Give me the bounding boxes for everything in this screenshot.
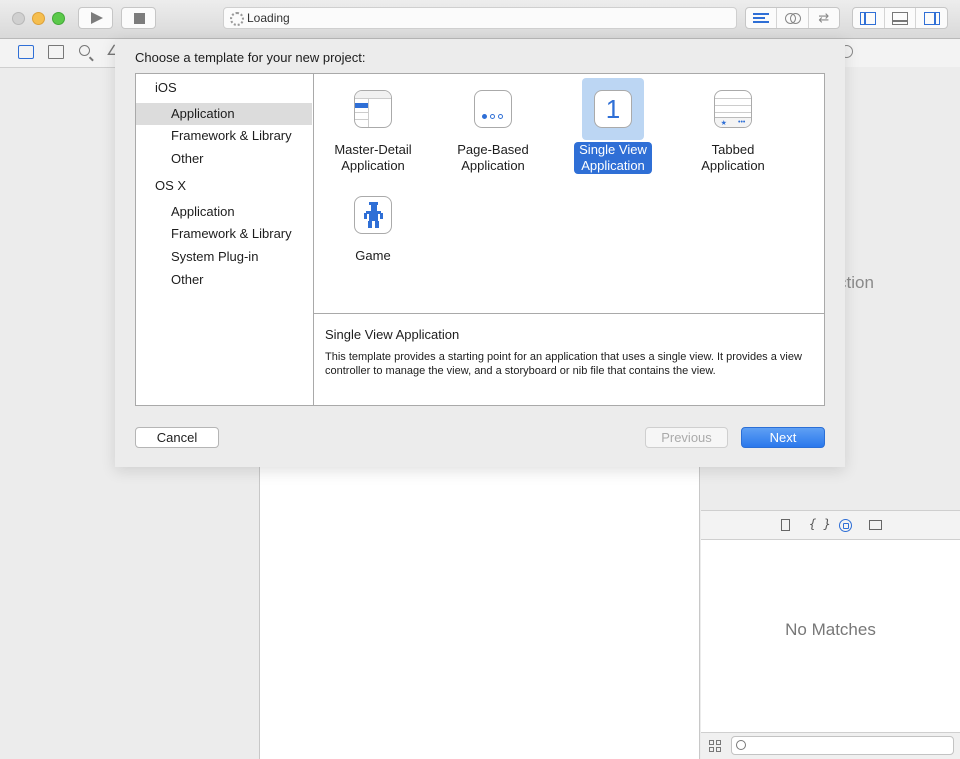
standard-editor-icon (753, 13, 770, 23)
minimize-window-button[interactable] (32, 12, 45, 25)
debug-area-toggle-button[interactable] (885, 8, 917, 28)
template-single-view[interactable]: 1 Single View Application (553, 78, 673, 175)
template-description: Single View Application This template pr… (314, 314, 824, 405)
next-button[interactable]: Next (741, 427, 825, 448)
sidebar-category-ios[interactable]: iOS (136, 77, 312, 99)
stop-icon (134, 13, 145, 24)
sidebar-item-osx-application[interactable]: Application (136, 201, 312, 223)
activity-viewer: Loading (223, 7, 737, 29)
master-detail-icon (354, 90, 392, 128)
description-text: This template provides a starting point … (325, 351, 802, 377)
editor-mode-segmented-control: ⇄ (745, 7, 840, 29)
template-chooser-sheet: Choose a template for your new project: … (115, 39, 845, 467)
assistant-editor-button[interactable] (777, 8, 809, 28)
sidebar-item-osx-system-plugin[interactable]: System Plug-in (136, 246, 312, 268)
template-tabbed[interactable]: ★ ••• Tabbed Application (673, 78, 793, 175)
game-icon (354, 196, 392, 234)
description-title: Single View Application (325, 327, 460, 342)
sidebar-item-osx-other[interactable]: Other (136, 269, 312, 291)
library-selector-bar: { } (701, 510, 960, 540)
media-library-icon[interactable] (869, 520, 882, 530)
template-label: Tabbed Application (701, 142, 765, 173)
activity-status: Loading (247, 11, 290, 25)
library-footer (701, 732, 960, 759)
template-label: Game (355, 248, 391, 263)
view-toggle-segmented-control (852, 7, 948, 29)
library-filter-input[interactable] (731, 736, 954, 755)
sheet-title: Choose a template for your new project: (135, 50, 366, 65)
debug-area-toggle-icon (892, 11, 908, 25)
single-view-icon: 1 (594, 90, 632, 128)
symbol-navigator-icon[interactable] (48, 45, 64, 59)
template-panel: iOS Application Framework & Library Othe… (135, 73, 825, 406)
sidebar-item-osx-framework-library[interactable]: Framework & Library (136, 223, 312, 245)
standard-editor-button[interactable] (746, 8, 778, 28)
play-icon (91, 12, 103, 24)
version-editor-button[interactable]: ⇄ (809, 8, 839, 28)
project-navigator-icon[interactable] (18, 45, 34, 59)
template-grid: Master-Detail Application Page-Based App… (314, 74, 824, 314)
grid-view-icon[interactable] (709, 740, 721, 752)
sidebar-item-ios-application[interactable]: Application (136, 103, 312, 125)
file-template-icon[interactable] (781, 519, 790, 531)
code-snippet-icon[interactable]: { } (809, 517, 831, 531)
zoom-window-button[interactable] (52, 12, 65, 25)
template-label: Master-Detail Application (334, 142, 412, 173)
template-game[interactable]: Game (313, 184, 433, 265)
close-window-button[interactable] (12, 12, 25, 25)
template-master-detail[interactable]: Master-Detail Application (313, 78, 433, 175)
template-label: Single View Application (574, 142, 652, 174)
no-matches-message: No Matches (785, 620, 876, 639)
template-page-based[interactable]: Page-Based Application (433, 78, 553, 175)
navigator-toggle-button[interactable] (853, 8, 885, 28)
tabbed-icon: ★ ••• (714, 90, 752, 128)
previous-button[interactable]: Previous (645, 427, 728, 448)
sidebar-category-osx[interactable]: OS X (136, 175, 312, 197)
window-toolbar: Loading ⇄ (0, 0, 960, 39)
utilities-toggle-icon (923, 11, 940, 25)
page-based-icon (474, 90, 512, 128)
sidebar-item-ios-other[interactable]: Other (136, 148, 312, 170)
object-library-icon[interactable] (839, 519, 852, 532)
loading-spinner-icon (230, 12, 244, 26)
sidebar-item-ios-framework-library[interactable]: Framework & Library (136, 125, 312, 147)
template-label: Page-Based Application (457, 142, 529, 173)
cancel-button[interactable]: Cancel (135, 427, 219, 448)
utilities-toggle-button[interactable] (916, 8, 947, 28)
version-editor-icon: ⇄ (818, 10, 830, 26)
find-navigator-icon[interactable] (79, 45, 90, 56)
filter-icon (736, 740, 746, 750)
run-button[interactable] (78, 7, 113, 29)
stop-button[interactable] (121, 7, 156, 29)
platform-sidebar: iOS Application Framework & Library Othe… (136, 74, 314, 405)
navigator-toggle-icon (860, 11, 877, 25)
editor-area (259, 467, 700, 759)
assistant-editor-icon (785, 11, 802, 25)
